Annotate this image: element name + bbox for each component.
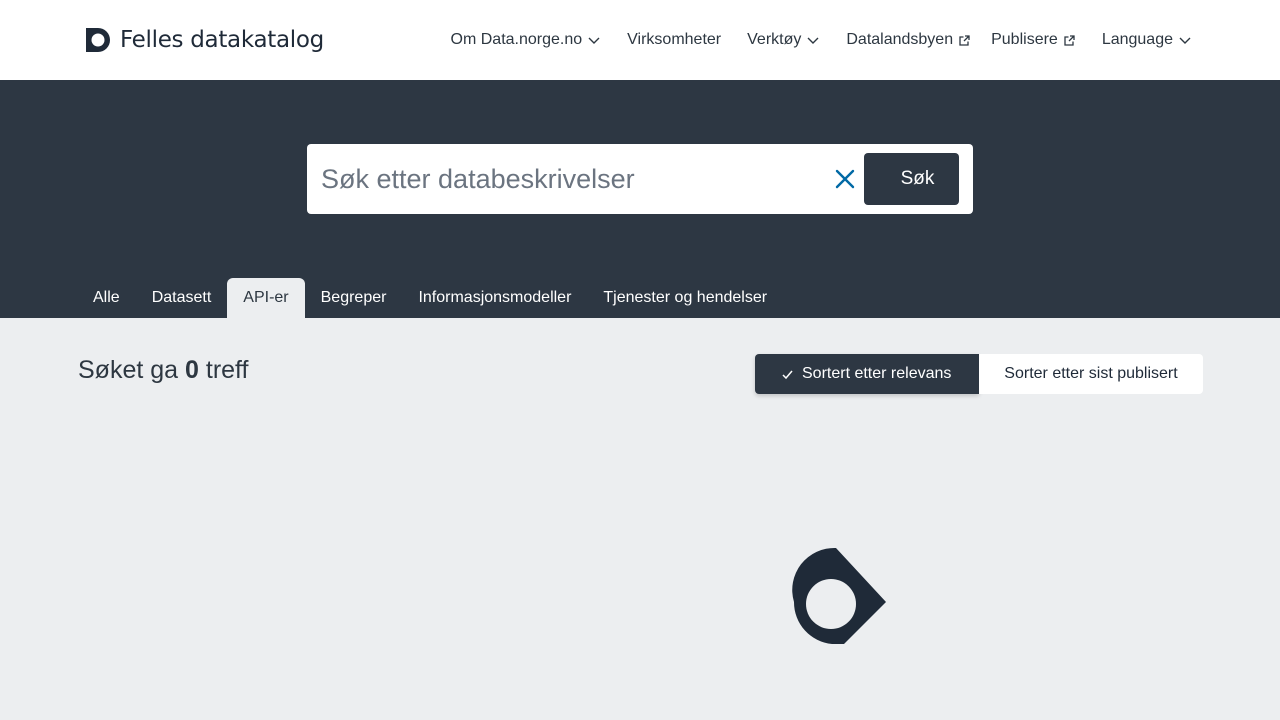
search-input[interactable] <box>321 158 821 200</box>
check-icon <box>781 368 794 381</box>
chevron-down-icon <box>806 33 820 47</box>
nav-publisere[interactable]: Publisere <box>991 31 1076 49</box>
tab-alle[interactable]: Alle <box>77 278 136 318</box>
nav-datalandsbyen[interactable]: Datalandsbyen <box>846 31 971 49</box>
sort-relevance-button[interactable]: Sortert etter relevans <box>755 354 979 394</box>
search-button[interactable]: Søk <box>864 153 959 205</box>
chevron-down-icon <box>587 33 601 47</box>
external-link-icon <box>958 34 971 47</box>
result-suffix: treff <box>205 356 249 384</box>
site-logo[interactable]: Felles datakatalog <box>84 26 324 54</box>
result-count: 0 <box>185 356 199 384</box>
search-bar: Søk <box>307 144 973 214</box>
nav-language[interactable]: Language <box>1102 31 1192 49</box>
clear-search-icon[interactable] <box>834 168 856 190</box>
nav-label: Language <box>1101 31 1173 48</box>
result-count-heading: Søket ga 0 treff <box>78 356 249 385</box>
external-link-icon <box>1063 34 1076 47</box>
nav-verktoy[interactable]: Verktøy <box>747 31 820 49</box>
nav-label: Datalandsbyen <box>846 31 954 48</box>
tab-informasjonsmodeller[interactable]: Informasjonsmodeller <box>402 278 587 318</box>
tab-begreper[interactable]: Begreper <box>305 278 403 318</box>
sort-relevance-label: Sortert etter relevans <box>802 365 952 382</box>
nav-virksomheter[interactable]: Virksomheter <box>627 31 721 49</box>
logo-text: Felles datakatalog <box>120 27 324 53</box>
result-prefix: Søket ga <box>78 356 179 384</box>
tab-datasett[interactable]: Datasett <box>136 278 228 318</box>
logo-icon <box>86 28 110 52</box>
tab-api-er[interactable]: API-er <box>227 278 305 318</box>
sort-toggle: Sortert etter relevans Sorter etter sist… <box>755 354 1203 394</box>
loading-spinner-icon <box>792 547 886 644</box>
nav-label: Om Data.norge.no <box>450 31 583 48</box>
search-tabs: Alle Datasett API-er Begreper Informasjo… <box>77 278 783 318</box>
main-nav: Om Data.norge.no Virksomheter Verktøy Da… <box>451 0 1192 80</box>
chevron-down-icon <box>1178 33 1192 47</box>
nav-label: Virksomheter <box>627 31 722 48</box>
nav-om-data-norge[interactable]: Om Data.norge.no <box>451 31 602 49</box>
nav-label: Publisere <box>991 31 1058 48</box>
nav-label: Verktøy <box>747 31 802 48</box>
sort-published-button[interactable]: Sorter etter sist publisert <box>979 354 1203 394</box>
tab-tjenester-og-hendelser[interactable]: Tjenester og hendelser <box>587 278 783 318</box>
site-header: Felles datakatalog Om Data.norge.no Virk… <box>0 0 1280 80</box>
search-hero: Søk Alle Datasett API-er Begreper Inform… <box>0 80 1280 318</box>
